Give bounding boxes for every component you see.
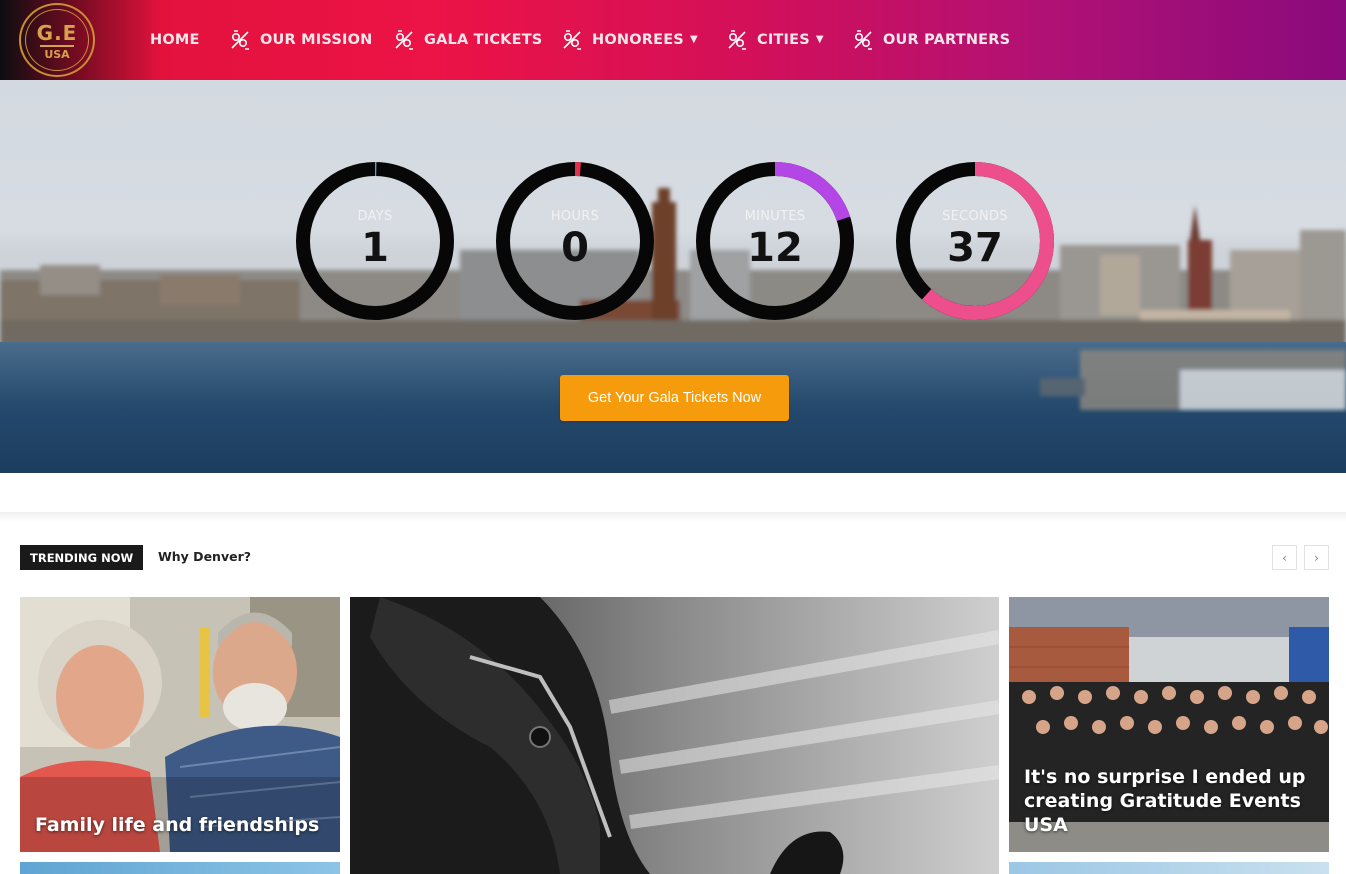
- chevron-left-icon: ‹: [1282, 550, 1287, 565]
- post-card-title: It's no surprise I ended up creating Gra…: [1024, 766, 1306, 836]
- hero-banner: DAYS 1 HOURS 0 MINUTES 12 SECONDS 37 Get…: [0, 80, 1346, 473]
- pins-icon: [231, 30, 249, 50]
- pins-icon: [563, 30, 581, 50]
- countdown-label: SECONDS: [942, 209, 1008, 224]
- section-divider: [0, 512, 1346, 522]
- nav-item-label: CITIES: [757, 32, 810, 48]
- post-card-title: Family life and friendships: [35, 814, 320, 836]
- countdown-value: 37: [947, 225, 1003, 271]
- countdown-value: 12: [747, 225, 803, 271]
- post-card-horse[interactable]: [350, 597, 999, 874]
- nav-item-cities[interactable]: CITIES ▼: [725, 0, 824, 80]
- trending-headline-link[interactable]: Why Denver?: [158, 549, 251, 564]
- post-card-family-life[interactable]: Family life and friendships: [20, 597, 340, 852]
- pins-icon: [854, 30, 872, 50]
- chevron-right-icon: ›: [1314, 550, 1319, 565]
- trending-next-button[interactable]: ›: [1304, 545, 1329, 570]
- nav-item-label: OUR PARTNERS: [883, 32, 1011, 48]
- site-logo[interactable]: G.E USA: [19, 3, 95, 77]
- trending-now-tag: TRENDING NOW: [20, 545, 144, 570]
- nav-item-label: GALA TICKETS: [424, 32, 543, 48]
- horse-photo: [350, 597, 999, 874]
- countdown-seconds: SECONDS 37: [894, 160, 1056, 322]
- countdown-label: DAYS: [357, 209, 393, 224]
- post-card-gratitude-events[interactable]: It's no surprise I ended up creating Gra…: [1009, 597, 1329, 852]
- countdown-value: 1: [361, 225, 389, 271]
- post-card-partial[interactable]: [20, 862, 340, 874]
- nav-item-home[interactable]: HOME: [150, 0, 200, 80]
- nav-item-our-partners[interactable]: OUR PARTNERS: [851, 0, 1010, 80]
- countdown-hours: HOURS 0: [494, 160, 656, 322]
- countdown-value: 0: [561, 225, 589, 271]
- nav-item-honorees[interactable]: HONOREES ▼: [560, 0, 698, 80]
- nav-item-label: HONOREES: [592, 32, 684, 48]
- nav-item-label: HOME: [150, 32, 200, 48]
- nav-item-gala-tickets[interactable]: GALA TICKETS: [392, 0, 542, 80]
- top-nav: G.E USA HOME OUR MISSION GALA TICKETS HO…: [0, 0, 1346, 80]
- chevron-down-icon: ▼: [815, 33, 824, 45]
- countdown-label: HOURS: [550, 209, 600, 224]
- chevron-down-icon: ▼: [689, 33, 698, 45]
- countdown-days: DAYS 1: [294, 160, 456, 322]
- trending-prev-button[interactable]: ‹: [1272, 545, 1297, 570]
- pins-icon: [395, 30, 413, 50]
- get-gala-tickets-button[interactable]: Get Your Gala Tickets Now: [560, 375, 789, 421]
- pins-icon: [728, 30, 746, 50]
- nav-item-label: OUR MISSION: [260, 32, 373, 48]
- nav-item-our-mission[interactable]: OUR MISSION: [228, 0, 372, 80]
- countdown-label: MINUTES: [744, 209, 806, 224]
- countdown-minutes: MINUTES 12: [694, 160, 856, 322]
- logo-inner-ring: [25, 9, 89, 71]
- post-card-partial[interactable]: [1009, 862, 1329, 874]
